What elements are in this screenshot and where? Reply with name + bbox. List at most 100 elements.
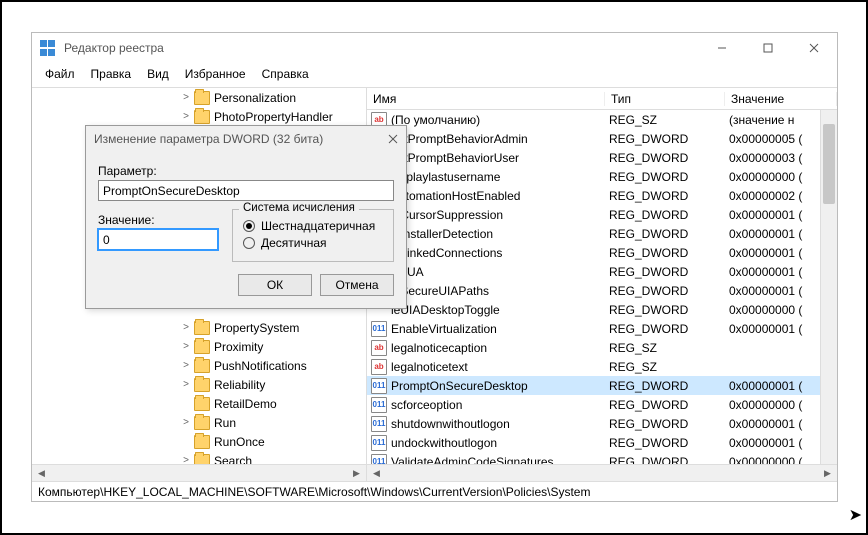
twisty-icon[interactable]: > (180, 341, 192, 352)
menu-favorites[interactable]: Избранное (178, 65, 253, 83)
menu-file[interactable]: Файл (38, 65, 82, 83)
cell-name: legalnoticecaption (391, 341, 609, 355)
radio-hex-row[interactable]: Шестнадцатеричная (243, 219, 383, 233)
menu-help[interactable]: Справка (255, 65, 316, 83)
menu-view[interactable]: Вид (140, 65, 176, 83)
cell-type: REG_DWORD (609, 227, 729, 241)
folder-icon (194, 91, 210, 105)
col-value[interactable]: Значение (725, 92, 837, 106)
edit-dword-dialog: Изменение параметра DWORD (32 бита) Пара… (85, 125, 407, 309)
tree-item[interactable]: >Proximity (32, 337, 366, 356)
list-row[interactable]: 011entPromptBehaviorAdminREG_DWORD0x0000… (367, 129, 837, 148)
list-row[interactable]: 011shutdownwithoutlogonREG_DWORD0x000000… (367, 414, 837, 433)
cell-name: (По умолчанию) (391, 113, 609, 127)
tree-item[interactable]: RetailDemo (32, 394, 366, 413)
tree-label: RetailDemo (214, 397, 277, 411)
cell-type: REG_SZ (609, 341, 729, 355)
ok-button[interactable]: ОК (238, 274, 312, 296)
scroll-thumb[interactable] (823, 124, 835, 204)
list-hscroll[interactable]: ◀ ▶ (367, 464, 837, 481)
tree-item[interactable]: > PhotoPropertyHandler (32, 107, 366, 126)
cancel-button[interactable]: Отмена (320, 274, 394, 296)
maximize-button[interactable] (745, 33, 791, 63)
param-input[interactable] (98, 180, 394, 201)
list-row[interactable]: 011ValidateAdminCodeSignaturesREG_DWORD0… (367, 452, 837, 464)
cell-name: PromptOnSecureDesktop (391, 379, 609, 393)
cell-name: entPromptBehaviorAdmin (391, 132, 609, 146)
scroll-right-icon[interactable]: ▶ (349, 466, 364, 481)
list-row[interactable]: ab(По умолчанию)REG_SZ(значение н (367, 110, 837, 129)
cell-name: scforceoption (391, 398, 609, 412)
radio-hex[interactable] (243, 220, 255, 232)
list-row[interactable]: 011leLUAREG_DWORD0x00000001 ( (367, 262, 837, 281)
tree-hscroll[interactable]: ◀ ▶ (32, 464, 366, 481)
value-input[interactable] (98, 229, 218, 250)
cell-name: leLUA (391, 265, 609, 279)
col-type[interactable]: Тип (605, 92, 725, 106)
tree-label: PushNotifications (214, 359, 307, 373)
twisty-icon[interactable]: > (180, 111, 192, 122)
cell-name: ValidateAdminCodeSignatures (391, 455, 609, 465)
cell-type: REG_DWORD (609, 284, 729, 298)
list-row[interactable]: 011AutomationHostEnabledREG_DWORD0x00000… (367, 186, 837, 205)
scroll-right-icon[interactable]: ▶ (820, 466, 835, 481)
cell-name: leUIADesktopToggle (391, 303, 609, 317)
twisty-icon[interactable]: > (180, 379, 192, 390)
twisty-icon[interactable]: > (180, 417, 192, 428)
cell-name: entPromptBehaviorUser (391, 151, 609, 165)
scroll-left-icon[interactable]: ◀ (369, 466, 384, 481)
close-icon[interactable] (388, 134, 398, 144)
list-row[interactable]: ablegalnoticetextREG_SZ (367, 357, 837, 376)
binary-value-icon: 011 (371, 454, 387, 465)
folder-icon (194, 110, 210, 124)
dialog-buttons: ОК Отмена (86, 266, 406, 308)
tree-label: RunOnce (214, 435, 265, 449)
folder-icon (194, 416, 210, 430)
tree-item[interactable]: > PushNotifications (32, 356, 366, 375)
tree-item[interactable]: >Personalization (32, 88, 366, 107)
tree-item[interactable]: RunOnce (32, 432, 366, 451)
list-body[interactable]: ab(По умолчанию)REG_SZ(значение н011entP… (367, 110, 837, 464)
minimize-button[interactable] (699, 33, 745, 63)
list-row[interactable]: 011leUIADesktopToggleREG_DWORD0x00000000… (367, 300, 837, 319)
scroll-left-icon[interactable]: ◀ (34, 466, 49, 481)
cell-name: legalnoticetext (391, 360, 609, 374)
cell-type: REG_DWORD (609, 303, 729, 317)
list-row[interactable]: 011leCursorSuppressionREG_DWORD0x0000000… (367, 205, 837, 224)
list-row[interactable]: 011scforceoptionREG_DWORD0x00000000 ( (367, 395, 837, 414)
list-row[interactable]: 011entPromptBehaviorUserREG_DWORD0x00000… (367, 148, 837, 167)
twisty-icon[interactable]: > (180, 360, 192, 371)
tree-label: PhotoPropertyHandler (214, 110, 333, 124)
twisty-icon[interactable]: > (180, 92, 192, 103)
tree-label: PropertySystem (214, 321, 299, 335)
close-button[interactable] (791, 33, 837, 63)
statusbar: Компьютер\HKEY_LOCAL_MACHINE\SOFTWARE\Mi… (32, 481, 837, 501)
list-pane: Имя Тип Значение ab(По умолчанию)REG_SZ(… (367, 88, 837, 481)
cell-type: REG_DWORD (609, 417, 729, 431)
list-row[interactable]: 011EnableVirtualizationREG_DWORD0x000000… (367, 319, 837, 338)
list-row[interactable]: 011leInstallerDetectionREG_DWORD0x000000… (367, 224, 837, 243)
cell-name: shutdownwithoutlogon (391, 417, 609, 431)
tree-item[interactable]: >Run (32, 413, 366, 432)
list-vscroll[interactable] (820, 110, 837, 464)
binary-value-icon: 011 (371, 435, 387, 451)
cell-type: REG_SZ (609, 113, 729, 127)
menu-edit[interactable]: Правка (84, 65, 139, 83)
list-row[interactable]: 011leLinkedConnectionsREG_DWORD0x0000000… (367, 243, 837, 262)
twisty-icon[interactable]: > (180, 322, 192, 333)
list-row[interactable]: 011displaylastusernameREG_DWORD0x0000000… (367, 167, 837, 186)
tree-item[interactable]: > PropertySystem (32, 318, 366, 337)
list-row[interactable]: 011PromptOnSecureDesktopREG_DWORD0x00000… (367, 376, 837, 395)
folder-icon (194, 321, 210, 335)
radio-dec[interactable] (243, 237, 255, 249)
tree-item[interactable]: >Reliability (32, 375, 366, 394)
app-icon (40, 40, 56, 56)
col-name[interactable]: Имя (367, 92, 605, 106)
list-row[interactable]: 011undockwithoutlogonREG_DWORD0x00000001… (367, 433, 837, 452)
radio-dec-label: Десятичная (261, 236, 327, 250)
cell-name: leCursorSuppression (391, 208, 609, 222)
radio-dec-row[interactable]: Десятичная (243, 236, 383, 250)
list-row[interactable]: 011leSecureUIAPathsREG_DWORD0x00000001 ( (367, 281, 837, 300)
list-row[interactable]: ablegalnoticecaptionREG_SZ (367, 338, 837, 357)
dialog-body: Параметр: Значение: Система исчисления Ш… (86, 152, 406, 266)
